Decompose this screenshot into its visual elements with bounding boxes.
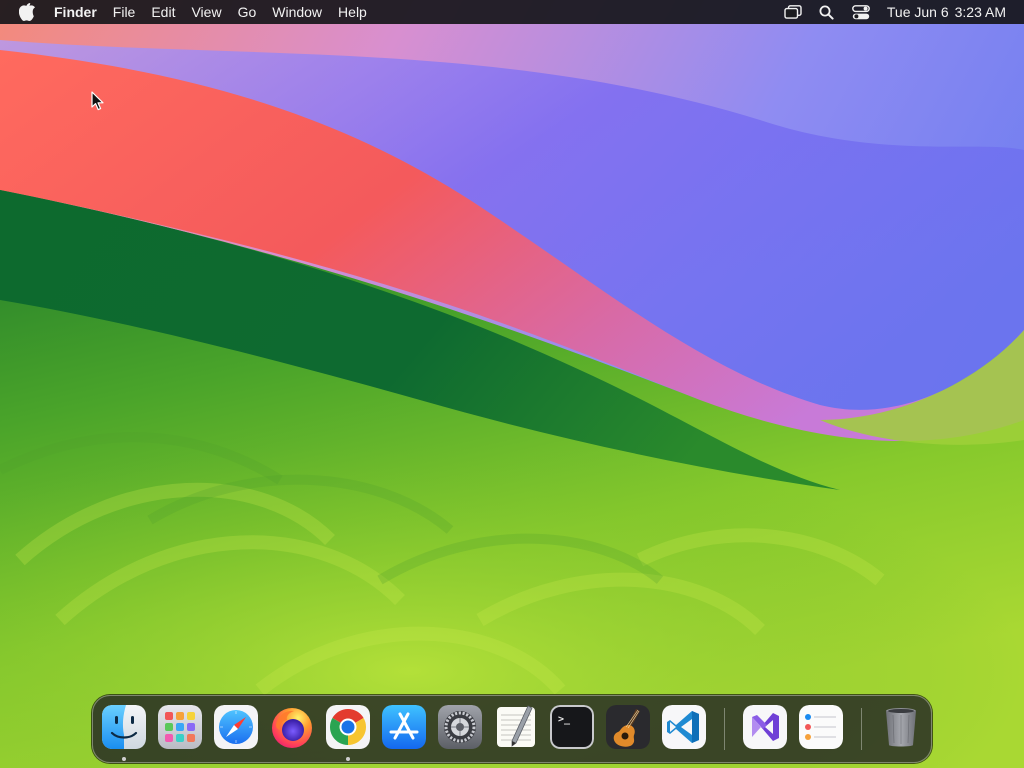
menu-file[interactable]: File — [105, 0, 144, 24]
menu-window[interactable]: Window — [264, 0, 330, 24]
dock-divider — [724, 708, 725, 750]
clock-time: 3:23 AM — [954, 4, 1006, 20]
menu-edit[interactable]: Edit — [143, 0, 183, 24]
control-center-icon[interactable] — [851, 2, 871, 22]
menu-bar: Finder File Edit View Go Window Help Tue… — [0, 0, 1024, 24]
menu-bar-left: Finder File Edit View Go Window Help — [0, 0, 375, 24]
app-store-icon[interactable] — [382, 705, 426, 749]
menu-go[interactable]: Go — [230, 0, 265, 24]
mouse-pointer-icon — [91, 91, 104, 111]
chrome-icon[interactable] — [326, 705, 370, 749]
terminal-icon[interactable]: >_ — [550, 705, 594, 749]
dock-divider — [861, 708, 862, 750]
menu-bar-right: Tue Jun 6 3:23 AM — [769, 0, 1024, 24]
menu-bar-clock[interactable]: Tue Jun 6 3:23 AM — [887, 4, 1006, 20]
vscode-icon[interactable] — [662, 705, 706, 749]
running-indicator — [122, 757, 126, 761]
finder-icon[interactable] — [102, 705, 146, 749]
screen-mirroring-icon[interactable] — [783, 2, 803, 22]
system-settings-icon[interactable] — [438, 705, 482, 749]
dock: >_ — [92, 695, 932, 763]
safari-icon[interactable] — [214, 705, 258, 749]
menu-help[interactable]: Help — [330, 0, 375, 24]
apple-icon[interactable] — [18, 3, 36, 21]
launchpad-icon[interactable] — [158, 705, 202, 749]
running-indicator — [346, 757, 350, 761]
terminal-prompt: >_ — [558, 714, 571, 725]
menu-app-finder[interactable]: Finder — [45, 0, 105, 24]
desktop-wallpaper — [0, 0, 1024, 768]
spotlight-search-icon[interactable] — [817, 2, 837, 22]
reminders-icon[interactable] — [799, 705, 843, 749]
trash-icon[interactable] — [879, 705, 923, 749]
garageband-icon[interactable] — [606, 705, 650, 749]
visual-studio-icon[interactable] — [743, 705, 787, 749]
menu-view[interactable]: View — [183, 0, 229, 24]
clock-date: Tue Jun 6 — [886, 4, 949, 20]
textedit-icon[interactable] — [494, 705, 538, 749]
firefox-icon[interactable] — [270, 705, 314, 749]
